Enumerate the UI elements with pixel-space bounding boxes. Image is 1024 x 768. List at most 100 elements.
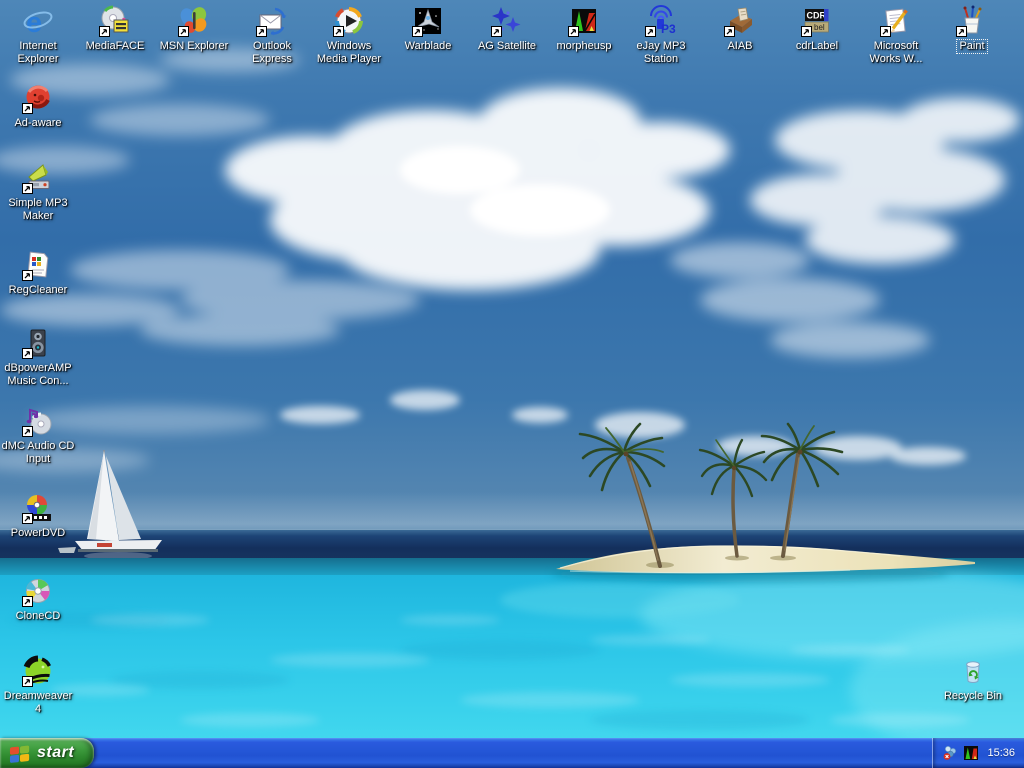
icon-label: CloneCD	[14, 610, 63, 623]
desktop-icon-ag-satellite[interactable]: AG Satellite	[467, 5, 547, 53]
dreamweaver-icon	[22, 655, 54, 687]
desktop-icon-cdrlabel[interactable]: CDR bel cdrLabel	[777, 5, 857, 53]
icon-label: dBpowerAMP Music Con...	[0, 362, 78, 388]
desktop-icon-regcleaner[interactable]: RegCleaner	[0, 249, 78, 297]
shortcut-arrow-overlay	[568, 26, 579, 37]
ag-satellite-icon	[491, 5, 523, 37]
desktop-icon-dmc-audio-cd-input[interactable]: dMC Audio CD Input	[0, 405, 78, 466]
paint-icon	[956, 5, 988, 37]
icon-label: Ad-aware	[12, 117, 63, 130]
taskbar: start 15:36	[0, 738, 1024, 768]
icon-label: morpheusp	[554, 40, 613, 53]
icon-label: Paint	[957, 40, 986, 53]
icon-label: RegCleaner	[7, 284, 70, 297]
clonecd-icon	[22, 575, 54, 607]
taskbar-empty-area	[94, 738, 932, 768]
recycle-bin-icon	[957, 655, 989, 687]
dmc-audio-cd-input-icon	[22, 405, 54, 437]
shortcut-arrow-overlay	[22, 348, 33, 359]
icon-label: AG Satellite	[476, 40, 538, 53]
desktop-icon-powerdvd[interactable]: PowerDVD	[0, 492, 78, 540]
system-tray: 15:36	[932, 738, 1024, 768]
icon-label: PowerDVD	[9, 527, 67, 540]
network-error-tray-icon[interactable]	[942, 745, 958, 761]
start-button[interactable]: start	[0, 738, 94, 768]
shortcut-arrow-overlay	[724, 26, 735, 37]
shortcut-arrow-overlay	[22, 183, 33, 194]
aiab-icon	[724, 5, 756, 37]
shortcut-arrow-overlay	[22, 270, 33, 281]
shortcut-arrow-overlay	[22, 103, 33, 114]
shortcut-arrow-overlay	[99, 26, 110, 37]
desktop-icon-clonecd[interactable]: CloneCD	[0, 575, 78, 623]
icon-label: Warblade	[403, 40, 454, 53]
desktop-icon-msn-explorer[interactable]: MSN Explorer	[154, 5, 234, 53]
desktop-icon-windows-media-player[interactable]: Windows Media Player	[309, 5, 389, 66]
microsoft-works-icon	[880, 5, 912, 37]
desktop-icon-dbpoweramp[interactable]: dBpowerAMP Music Con...	[0, 327, 78, 388]
cdrlabel-icon: CDR bel	[801, 5, 833, 37]
shortcut-arrow-overlay	[645, 26, 656, 37]
regcleaner-icon	[22, 249, 54, 281]
shortcut-arrow-overlay	[22, 596, 33, 607]
morpheusp-icon	[568, 5, 600, 37]
shortcut-arrow-overlay	[22, 513, 33, 524]
desktop-wallpaper	[0, 0, 1024, 768]
desktop-icon-morpheusp[interactable]: morpheusp	[544, 5, 624, 53]
desktop-icon-microsoft-works[interactable]: Microsoft Works W...	[856, 5, 936, 66]
icon-label: Dreamweaver 4	[0, 690, 78, 716]
icon-label: Recycle Bin	[942, 690, 1004, 703]
morpheus-tray-icon[interactable]	[963, 745, 979, 761]
ejay-mp3-station-icon: P3	[645, 5, 677, 37]
shortcut-arrow-overlay	[880, 26, 891, 37]
shortcut-arrow-overlay	[178, 26, 189, 37]
ad-aware-icon	[22, 82, 54, 114]
desktop-icon-mediaface[interactable]: MediaFACE	[75, 5, 155, 53]
shortcut-arrow-overlay	[491, 26, 502, 37]
icon-label: Internet Explorer	[0, 40, 78, 66]
icon-label: cdrLabel	[794, 40, 840, 53]
taskbar-clock[interactable]: 15:36	[987, 747, 1015, 759]
dbpoweramp-icon	[22, 327, 54, 359]
msn-explorer-icon	[178, 5, 210, 37]
warblade-icon	[412, 5, 444, 37]
icon-label: MediaFACE	[84, 40, 147, 53]
icon-label: Simple MP3 Maker	[0, 197, 78, 223]
desktop-icon-warblade[interactable]: Warblade	[388, 5, 468, 53]
desktop-icon-outlook-express[interactable]: Outlook Express	[232, 5, 312, 66]
shortcut-arrow-overlay	[412, 26, 423, 37]
icon-label: Microsoft Works W...	[856, 40, 936, 66]
start-button-label: start	[37, 744, 74, 762]
icon-label: AIAB	[725, 40, 754, 53]
icon-label: Outlook Express	[232, 40, 312, 66]
desktop-icon-recycle-bin[interactable]: Recycle Bin	[933, 655, 1013, 703]
windows-flag-icon	[9, 743, 31, 764]
shortcut-arrow-overlay	[22, 426, 33, 437]
outlook-express-icon	[256, 5, 288, 37]
shortcut-arrow-overlay	[256, 26, 267, 37]
mediaface-icon	[99, 5, 131, 37]
shortcut-arrow-overlay	[801, 26, 812, 37]
desktop-icon-ejay-mp3-station[interactable]: P3 eJay MP3 Station	[621, 5, 701, 66]
icon-label: Windows Media Player	[309, 40, 389, 66]
desktop-icon-aiab[interactable]: AIAB	[700, 5, 780, 53]
desktop-icon-internet-explorer[interactable]: e Internet Explorer	[0, 5, 78, 66]
desktop-icon-paint[interactable]: Paint	[932, 5, 1012, 53]
desktop-icon-dreamweaver[interactable]: Dreamweaver 4	[0, 655, 78, 716]
svg-text:bel: bel	[814, 23, 825, 32]
simple-mp3-maker-icon	[22, 162, 54, 194]
shortcut-arrow-overlay	[956, 26, 967, 37]
svg-text:e: e	[26, 7, 42, 37]
desktop-icon-ad-aware[interactable]: Ad-aware	[0, 82, 78, 130]
svg-text:CDR: CDR	[807, 11, 827, 21]
shortcut-arrow-overlay	[22, 676, 33, 687]
icon-label: eJay MP3 Station	[621, 40, 701, 66]
powerdvd-icon	[22, 492, 54, 524]
icon-label: MSN Explorer	[158, 40, 230, 53]
internet-explorer-icon: e	[22, 5, 54, 37]
shortcut-arrow-overlay	[333, 26, 344, 37]
svg-text:P3: P3	[661, 22, 676, 36]
desktop-icon-simple-mp3-maker[interactable]: Simple MP3 Maker	[0, 162, 78, 223]
windows-media-player-icon	[333, 5, 365, 37]
icon-label: dMC Audio CD Input	[0, 440, 78, 466]
